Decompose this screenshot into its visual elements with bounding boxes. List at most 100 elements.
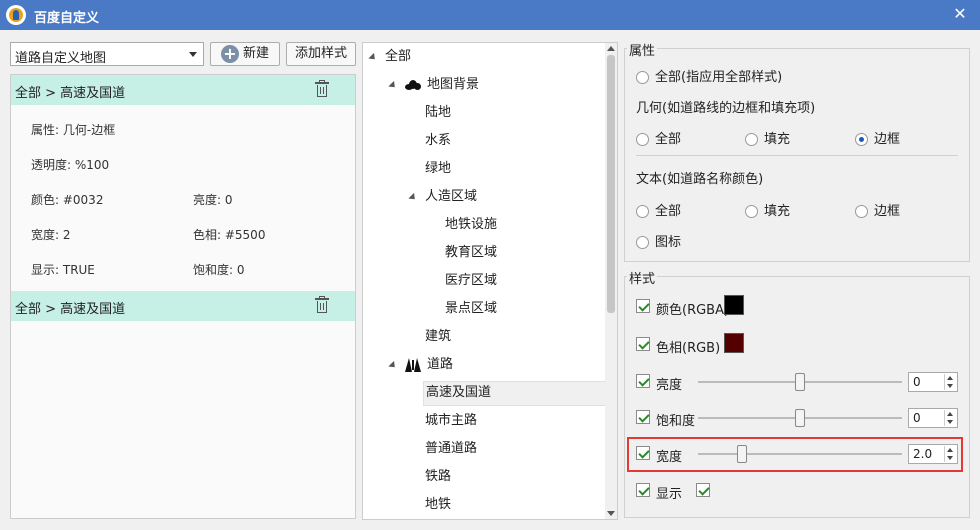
saturation-spinbox[interactable]: 0 bbox=[908, 408, 958, 428]
plus-icon: + bbox=[221, 45, 239, 63]
radio-geometry-fill[interactable]: 填充 bbox=[745, 128, 790, 147]
close-icon[interactable]: ✕ bbox=[950, 4, 970, 24]
expand-triangle-icon[interactable] bbox=[368, 52, 378, 63]
tree-item-scenic[interactable]: 景点区域 bbox=[445, 298, 497, 320]
scroll-down-icon[interactable] bbox=[607, 511, 615, 516]
title-bar: 百度自定义 ✕ bbox=[0, 0, 980, 30]
style-group-title: 全部 > 高速及国道 bbox=[15, 302, 126, 317]
tree-item-subway-facility[interactable]: 地铁设施 bbox=[445, 214, 497, 236]
width-row-highlight bbox=[627, 437, 963, 472]
radio-icon bbox=[745, 133, 758, 146]
tree-item-railway[interactable]: 铁路 bbox=[425, 466, 451, 488]
saturation-value: 0 bbox=[913, 411, 921, 425]
trash-icon[interactable] bbox=[315, 80, 329, 97]
attribute-legend: 属性 bbox=[627, 40, 658, 59]
window-title: 百度自定义 bbox=[34, 11, 100, 26]
expand-triangle-icon[interactable] bbox=[388, 80, 398, 91]
saturation-slider-thumb[interactable] bbox=[795, 409, 805, 427]
radio-text-all[interactable]: 全部 bbox=[636, 200, 681, 219]
text-section-label: 文本(如道路名称颜色) bbox=[636, 172, 764, 187]
expand-triangle-icon[interactable] bbox=[408, 192, 418, 203]
tree-item-land[interactable]: 陆地 bbox=[425, 102, 451, 124]
brightness-slider-thumb[interactable] bbox=[795, 373, 805, 391]
cloud-icon bbox=[405, 79, 421, 90]
spin-down-icon[interactable] bbox=[944, 382, 956, 390]
map-select-value: 道路自定义地图 bbox=[15, 51, 107, 66]
scroll-up-icon[interactable] bbox=[607, 46, 615, 51]
radio-all-styles[interactable]: 全部(指应用全部样式) bbox=[636, 66, 782, 85]
chevron-down-icon bbox=[189, 52, 197, 57]
style-group-header[interactable]: 全部 > 高速及国道 bbox=[11, 75, 355, 105]
style-group-title: 全部 > 高速及国道 bbox=[15, 86, 126, 101]
radio-label: 边框 bbox=[874, 132, 901, 147]
add-style-button[interactable]: 添加样式 bbox=[286, 42, 356, 66]
spin-up-icon[interactable] bbox=[944, 374, 956, 382]
prop-display: 显示: TRUE bbox=[31, 263, 95, 277]
tree-item-label: 全部 bbox=[385, 49, 412, 64]
tree-item-label: 地图背景 bbox=[427, 77, 480, 92]
tree-item-map-background[interactable]: 地图背景 bbox=[387, 74, 479, 96]
app-logo-icon bbox=[6, 5, 26, 25]
prop-saturation: 饱和度: 0 bbox=[193, 263, 245, 277]
tree-scrollbar[interactable] bbox=[605, 43, 617, 519]
radio-label: 填充 bbox=[764, 204, 791, 219]
radio-geometry-border[interactable]: 边框 bbox=[855, 128, 900, 147]
radio-geometry-all[interactable]: 全部 bbox=[636, 128, 681, 147]
brightness-value: 0 bbox=[913, 375, 921, 389]
radio-text-border[interactable]: 边框 bbox=[855, 200, 900, 219]
prop-attr: 属性: 几何-边框 bbox=[31, 123, 116, 137]
radio-label: 边框 bbox=[874, 204, 901, 219]
tree-item-city-main-road[interactable]: 城市主路 bbox=[425, 410, 477, 432]
tree-item-normal-road[interactable]: 普通道路 bbox=[425, 438, 477, 460]
divider bbox=[636, 155, 958, 156]
display-checkbox[interactable] bbox=[636, 483, 650, 497]
expand-triangle-icon[interactable] bbox=[388, 360, 398, 371]
tree-item-education[interactable]: 教育区域 bbox=[445, 242, 497, 264]
radio-text-fill[interactable]: 填充 bbox=[745, 200, 790, 219]
display-value-checkbox[interactable] bbox=[696, 483, 710, 497]
style-group-header[interactable]: 全部 > 高速及国道 bbox=[11, 291, 355, 321]
tree-item-subway[interactable]: 地铁 bbox=[425, 494, 451, 516]
style-row-saturation: 饱和度 0 bbox=[636, 407, 958, 429]
radio-selected-icon bbox=[855, 133, 868, 146]
prop-hue: 色相: #5500 bbox=[193, 228, 266, 242]
tree-item-highway[interactable]: 高速及国道 bbox=[423, 381, 606, 406]
color-checkbox[interactable] bbox=[636, 299, 650, 313]
radio-icon bbox=[636, 133, 649, 146]
tree-item-green[interactable]: 绿地 bbox=[425, 158, 451, 180]
spin-up-icon[interactable] bbox=[944, 410, 956, 418]
brightness-checkbox[interactable] bbox=[636, 374, 650, 388]
style-row-display: 显示 bbox=[636, 480, 736, 502]
tree-item-medical[interactable]: 医疗区域 bbox=[445, 270, 497, 292]
style-row-brightness: 亮度 0 bbox=[636, 371, 958, 393]
style-list-panel: 道路自定义地图 + 新建 添加样式 全部 > 高速及国道 属性: 几何-边框 透… bbox=[0, 30, 362, 530]
hue-swatch[interactable] bbox=[724, 333, 744, 353]
radio-label: 全部 bbox=[655, 132, 682, 147]
spin-down-icon[interactable] bbox=[944, 418, 956, 426]
map-select[interactable]: 道路自定义地图 bbox=[10, 42, 204, 66]
color-swatch[interactable] bbox=[724, 295, 744, 315]
radio-icon bbox=[745, 205, 758, 218]
tree-item-building[interactable]: 建筑 bbox=[425, 326, 451, 348]
scroll-thumb[interactable] bbox=[607, 55, 615, 313]
tree-item-all[interactable]: 全部 bbox=[367, 46, 411, 68]
tree-item-artificial[interactable]: 人造区域 bbox=[407, 186, 477, 208]
saturation-checkbox[interactable] bbox=[636, 410, 650, 424]
style-row-hue: 色相(RGB) bbox=[636, 333, 956, 356]
display-label: 显示 bbox=[656, 487, 683, 502]
prop-brightness: 亮度: 0 bbox=[193, 193, 233, 207]
tree-item-water[interactable]: 水系 bbox=[425, 130, 451, 152]
radio-label: 填充 bbox=[764, 132, 791, 147]
radio-label: 全部 bbox=[655, 204, 682, 219]
trash-icon[interactable] bbox=[315, 296, 329, 313]
hue-checkbox[interactable] bbox=[636, 337, 650, 351]
category-tree: 全部 地图背景 陆地 水系 绿地 人造区域 地铁设施 教育区域 医疗区域 景点区… bbox=[362, 42, 618, 520]
radio-label: 图标 bbox=[655, 235, 682, 250]
brightness-spinbox[interactable]: 0 bbox=[908, 372, 958, 392]
radio-icon bbox=[636, 71, 649, 84]
radio-text-icon[interactable]: 图标 bbox=[636, 231, 681, 250]
radio-icon bbox=[855, 205, 868, 218]
tree-item-road[interactable]: 道路 bbox=[387, 354, 453, 376]
new-button-label: 新建 bbox=[242, 46, 269, 61]
new-button[interactable]: + 新建 bbox=[210, 42, 280, 66]
